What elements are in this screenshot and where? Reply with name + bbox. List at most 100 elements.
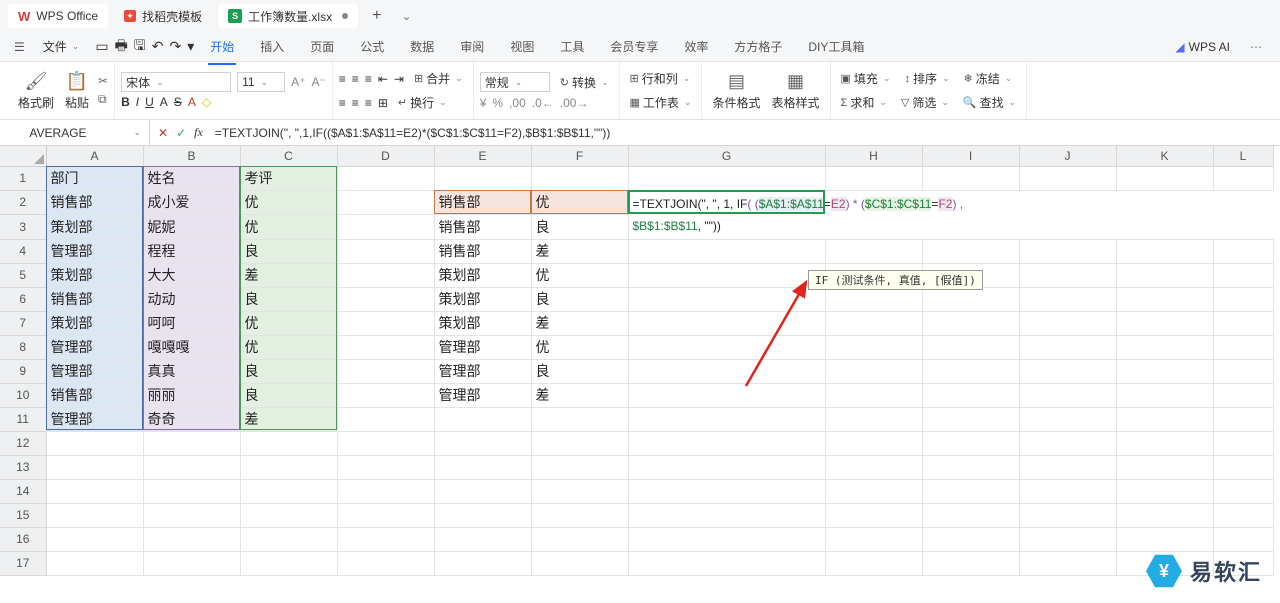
cell[interactable]: [434, 527, 531, 551]
qat-new-icon[interactable]: ▭: [95, 38, 108, 55]
comma-icon[interactable]: ,00: [509, 96, 526, 110]
tab-menu-button[interactable]: ⌄: [395, 9, 417, 23]
cell[interactable]: 管理部: [46, 407, 143, 431]
cell[interactable]: [628, 335, 825, 359]
rowh-3[interactable]: 3: [0, 215, 46, 240]
cell[interactable]: [143, 551, 240, 575]
sum-button[interactable]: Σ求和⌄: [837, 92, 891, 113]
cell[interactable]: [628, 551, 825, 575]
cell[interactable]: [825, 335, 922, 359]
cell[interactable]: [240, 551, 337, 575]
rowh-15[interactable]: 15: [0, 503, 46, 527]
cell[interactable]: [337, 263, 434, 287]
rowh-4[interactable]: 4: [0, 239, 46, 263]
cell[interactable]: [1213, 263, 1273, 287]
cell[interactable]: [628, 383, 825, 407]
dec-dec-icon[interactable]: .0←: [532, 96, 554, 110]
cell[interactable]: [337, 551, 434, 575]
cell[interactable]: [628, 407, 825, 431]
rowh-16[interactable]: 16: [0, 527, 46, 551]
cell[interactable]: [1019, 239, 1116, 263]
cell[interactable]: [628, 287, 825, 311]
cell[interactable]: [922, 359, 1019, 383]
tab-diy[interactable]: DIY工具箱: [806, 34, 866, 59]
cell[interactable]: [922, 287, 1019, 311]
tab-ffgz[interactable]: 方方格子: [732, 34, 784, 59]
align-right-icon[interactable]: ≡: [365, 96, 372, 110]
cell[interactable]: [922, 239, 1019, 263]
cell[interactable]: [922, 383, 1019, 407]
cell[interactable]: [1116, 166, 1213, 190]
cell[interactable]: [628, 503, 825, 527]
cell[interactable]: [1116, 311, 1213, 335]
cell[interactable]: [628, 263, 825, 287]
bold-button[interactable]: B: [121, 95, 130, 109]
cell[interactable]: [240, 527, 337, 551]
align-center-icon[interactable]: ≡: [352, 96, 359, 110]
case-button[interactable]: A: [160, 95, 168, 109]
cell[interactable]: [1213, 239, 1273, 263]
cell[interactable]: [1116, 239, 1213, 263]
rowh-14[interactable]: 14: [0, 479, 46, 503]
cell[interactable]: 奇奇: [143, 407, 240, 431]
cell[interactable]: 差: [531, 383, 628, 407]
freeze-button[interactable]: ❄冻结⌄: [960, 68, 1017, 89]
cell[interactable]: [628, 359, 825, 383]
tab-data[interactable]: 数据: [408, 34, 436, 59]
cell[interactable]: [1019, 263, 1116, 287]
rowh-13[interactable]: 13: [0, 455, 46, 479]
tab-review[interactable]: 审阅: [458, 34, 486, 59]
cell[interactable]: 良: [531, 287, 628, 311]
rowh-12[interactable]: 12: [0, 431, 46, 455]
cell[interactable]: [1019, 455, 1116, 479]
cell[interactable]: [240, 455, 337, 479]
qat-save-icon[interactable]: 🖫: [134, 35, 146, 59]
find-button[interactable]: 🔍查找⌄: [959, 92, 1020, 113]
cell[interactable]: [1116, 383, 1213, 407]
qat-redo-icon[interactable]: ↷: [169, 38, 181, 55]
cell[interactable]: 销售部: [46, 287, 143, 311]
cell[interactable]: 管理部: [46, 335, 143, 359]
merge-button[interactable]: ⊞合并⌄: [410, 68, 467, 89]
rowh-9[interactable]: 9: [0, 359, 46, 383]
cell[interactable]: 销售部: [434, 239, 531, 263]
formula-edit[interactable]: =TEXTJOIN(", ", 1, IF( ($A$1:$A$11=E2) *…: [633, 193, 1270, 237]
align-left-icon[interactable]: ≡: [339, 96, 346, 110]
cell[interactable]: [337, 383, 434, 407]
indent-dec-icon[interactable]: ⇤: [378, 72, 388, 86]
cell[interactable]: 优: [531, 263, 628, 287]
percent-icon[interactable]: %: [492, 96, 503, 110]
colh-L[interactable]: L: [1213, 146, 1273, 166]
cell[interactable]: [143, 479, 240, 503]
fx-icon[interactable]: fx: [194, 125, 203, 140]
cell[interactable]: [1019, 359, 1116, 383]
cell[interactable]: [1019, 527, 1116, 551]
qat-undo-icon[interactable]: ↶: [152, 38, 164, 55]
cell[interactable]: [337, 455, 434, 479]
convert-button[interactable]: ↻转换⌄: [556, 72, 613, 93]
cell[interactable]: [46, 479, 143, 503]
cell[interactable]: [1116, 263, 1213, 287]
cell[interactable]: [1116, 335, 1213, 359]
align-top-icon[interactable]: ≡: [339, 72, 346, 86]
align-mid-icon[interactable]: ≡: [352, 72, 359, 86]
name-box-input[interactable]: [8, 126, 108, 140]
cell[interactable]: [922, 166, 1019, 190]
colh-J[interactable]: J: [1019, 146, 1116, 166]
cell[interactable]: [825, 239, 922, 263]
cell[interactable]: [1213, 407, 1273, 431]
cell[interactable]: [434, 455, 531, 479]
strike-button[interactable]: S: [174, 95, 182, 109]
cell[interactable]: [1116, 455, 1213, 479]
cell[interactable]: 策划部: [46, 215, 143, 240]
cell[interactable]: [1116, 431, 1213, 455]
colh-K[interactable]: K: [1116, 146, 1213, 166]
cell[interactable]: [1213, 335, 1273, 359]
cell[interactable]: [434, 166, 531, 190]
cell[interactable]: [143, 527, 240, 551]
cell[interactable]: 部门: [46, 166, 143, 190]
underline-button[interactable]: U: [145, 95, 154, 109]
font-color-button[interactable]: A: [188, 95, 196, 109]
rowh-6[interactable]: 6: [0, 287, 46, 311]
cell[interactable]: 良: [240, 359, 337, 383]
